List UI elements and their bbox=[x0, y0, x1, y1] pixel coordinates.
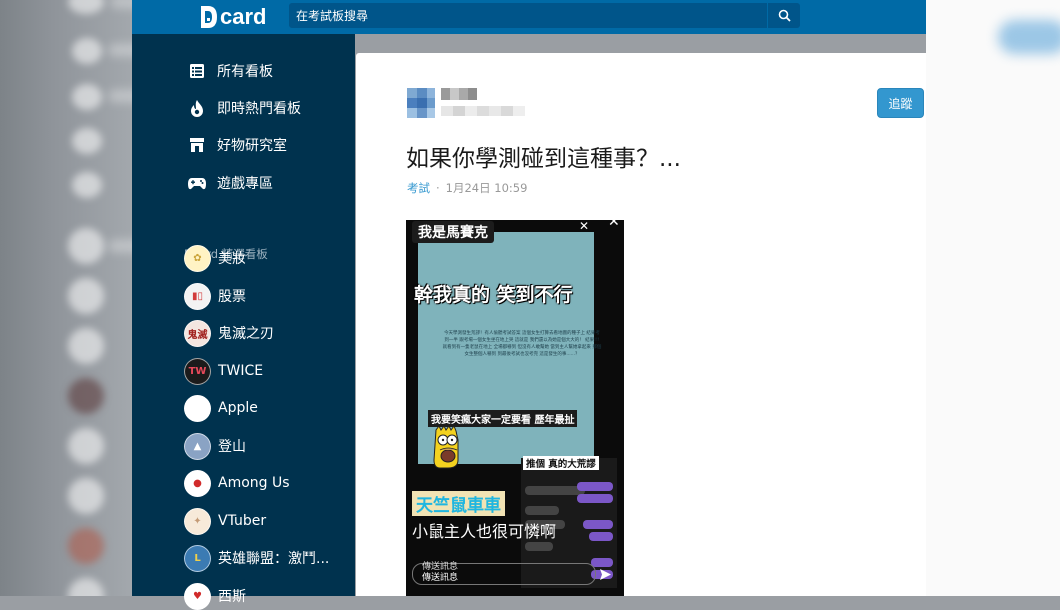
nav-good-stuff[interactable]: 好物研究室 bbox=[188, 133, 287, 157]
board-label: 美妝 bbox=[218, 251, 246, 267]
image-headline: 幹我真的 笑到不行 bbox=[414, 284, 573, 306]
nav-games[interactable]: 遊戲專區 bbox=[188, 171, 273, 195]
board-label: Among Us bbox=[218, 475, 290, 491]
board-label: Apple bbox=[218, 400, 258, 416]
search-button[interactable] bbox=[768, 3, 800, 28]
image-body-text: 今天學測發生荒謬！有人偷聽考試答案 這個女生打算去看地圖的種子上 結果考到一半 … bbox=[442, 331, 602, 357]
author-avatar-mosaic bbox=[407, 88, 435, 118]
board-item[interactable]: ♥ 西斯 bbox=[184, 582, 246, 610]
gamepad-icon bbox=[188, 174, 206, 192]
store-icon bbox=[188, 136, 206, 154]
board-avatar: L bbox=[184, 544, 211, 572]
cartoon-character-icon bbox=[433, 426, 459, 469]
board-label: 登山 bbox=[218, 439, 246, 455]
nav-label: 所有看板 bbox=[217, 64, 273, 80]
board-item[interactable]: ▲ 登山 bbox=[184, 432, 246, 460]
author-id-mosaic bbox=[441, 106, 525, 116]
image-close-icon: ✕ bbox=[608, 220, 620, 230]
board-item[interactable]: L 英雄聯盟：激鬥... bbox=[184, 544, 330, 572]
board-avatar: TW bbox=[184, 357, 211, 385]
board-avatar: ● bbox=[184, 469, 211, 497]
board-item[interactable]: 鬼滅 鬼滅之刃 bbox=[184, 319, 274, 347]
search-input[interactable] bbox=[289, 3, 756, 28]
board-avatar: ▮▯ bbox=[184, 282, 211, 310]
dcard-logo-icon bbox=[201, 6, 217, 28]
board-item[interactable]: ✿ 美妝 bbox=[184, 244, 246, 272]
board-label: 西斯 bbox=[218, 589, 246, 605]
board-item[interactable]: ✦ VTuber bbox=[184, 507, 267, 535]
author-name-mosaic bbox=[441, 88, 477, 100]
send-icon bbox=[600, 569, 611, 580]
board-item[interactable]: Apple bbox=[184, 394, 258, 422]
board-label: TWICE bbox=[218, 363, 264, 379]
list-icon bbox=[188, 62, 206, 80]
nav-label: 好物研究室 bbox=[217, 138, 287, 154]
post-title: 如果你學測碰到這種事？... bbox=[406, 146, 681, 172]
nav-all-boards[interactable]: 所有看板 bbox=[188, 59, 273, 83]
image-caption: 我要笑瘋大家一定要看 歷年最扯 bbox=[428, 410, 578, 427]
background-blur-right bbox=[926, 0, 1060, 596]
board-label: 股票 bbox=[218, 289, 246, 305]
nav-label: 遊戲專區 bbox=[217, 176, 273, 192]
board-avatar: ✿ bbox=[184, 244, 211, 272]
follow-button[interactable]: 追蹤 bbox=[877, 88, 924, 118]
image-close-icon-2: ✕ bbox=[579, 220, 590, 233]
board-item[interactable]: ▮▯ 股票 bbox=[184, 282, 246, 310]
board-label: 英雄聯盟：激鬥... bbox=[218, 551, 330, 567]
image-yellow-text: 天竺鼠車車 bbox=[412, 491, 505, 516]
board-avatar bbox=[184, 394, 211, 422]
search-box bbox=[289, 3, 767, 28]
fire-icon bbox=[188, 99, 206, 117]
post-timestamp: 1月24日 10:59 bbox=[445, 181, 528, 195]
background-blur-left bbox=[0, 0, 132, 596]
dcard-logo[interactable]: card bbox=[198, 3, 266, 31]
board-avatar: ▲ bbox=[184, 432, 211, 460]
post-image[interactable]: 我是馬賽克 ✕ ✕ 幹我真的 笑到不行 今天學測發生荒謬！有人偷聽考試答案 這個… bbox=[406, 220, 624, 596]
forum-link[interactable]: 考試 bbox=[407, 180, 430, 196]
board-avatar: ♥ bbox=[184, 582, 211, 610]
nav-hot-boards[interactable]: 即時熱門看板 bbox=[188, 96, 301, 120]
sidebar: 所有看板 即時熱門看板 好物研究室 遊戲專區 Dcard 精選看板 ✿ 美妝 ▮▯ 股… bbox=[132, 34, 355, 610]
logo-text: card bbox=[220, 4, 267, 29]
nav-label: 即時熱門看板 bbox=[217, 101, 301, 117]
board-avatar: ✦ bbox=[184, 507, 211, 535]
image-chat-title: 推個 真的大荒謬 bbox=[523, 456, 599, 470]
board-item[interactable]: ● Among Us bbox=[184, 469, 290, 497]
search-icon bbox=[778, 9, 791, 22]
board-item[interactable]: TW TWICE bbox=[184, 357, 264, 385]
image-label: 我是馬賽克 bbox=[412, 221, 494, 243]
image-input-text-2: 傳送訊息 bbox=[422, 573, 459, 583]
board-avatar: 鬼滅 bbox=[184, 319, 211, 347]
blurred-button bbox=[998, 20, 1060, 54]
board-label: 鬼滅之刃 bbox=[218, 326, 274, 342]
image-white-text: 小鼠主人也很可憐啊 bbox=[412, 522, 557, 541]
meta-separator: · bbox=[436, 181, 440, 195]
board-label: VTuber bbox=[218, 513, 267, 529]
post-meta: 考試 · 1月24日 10:59 bbox=[407, 180, 527, 196]
